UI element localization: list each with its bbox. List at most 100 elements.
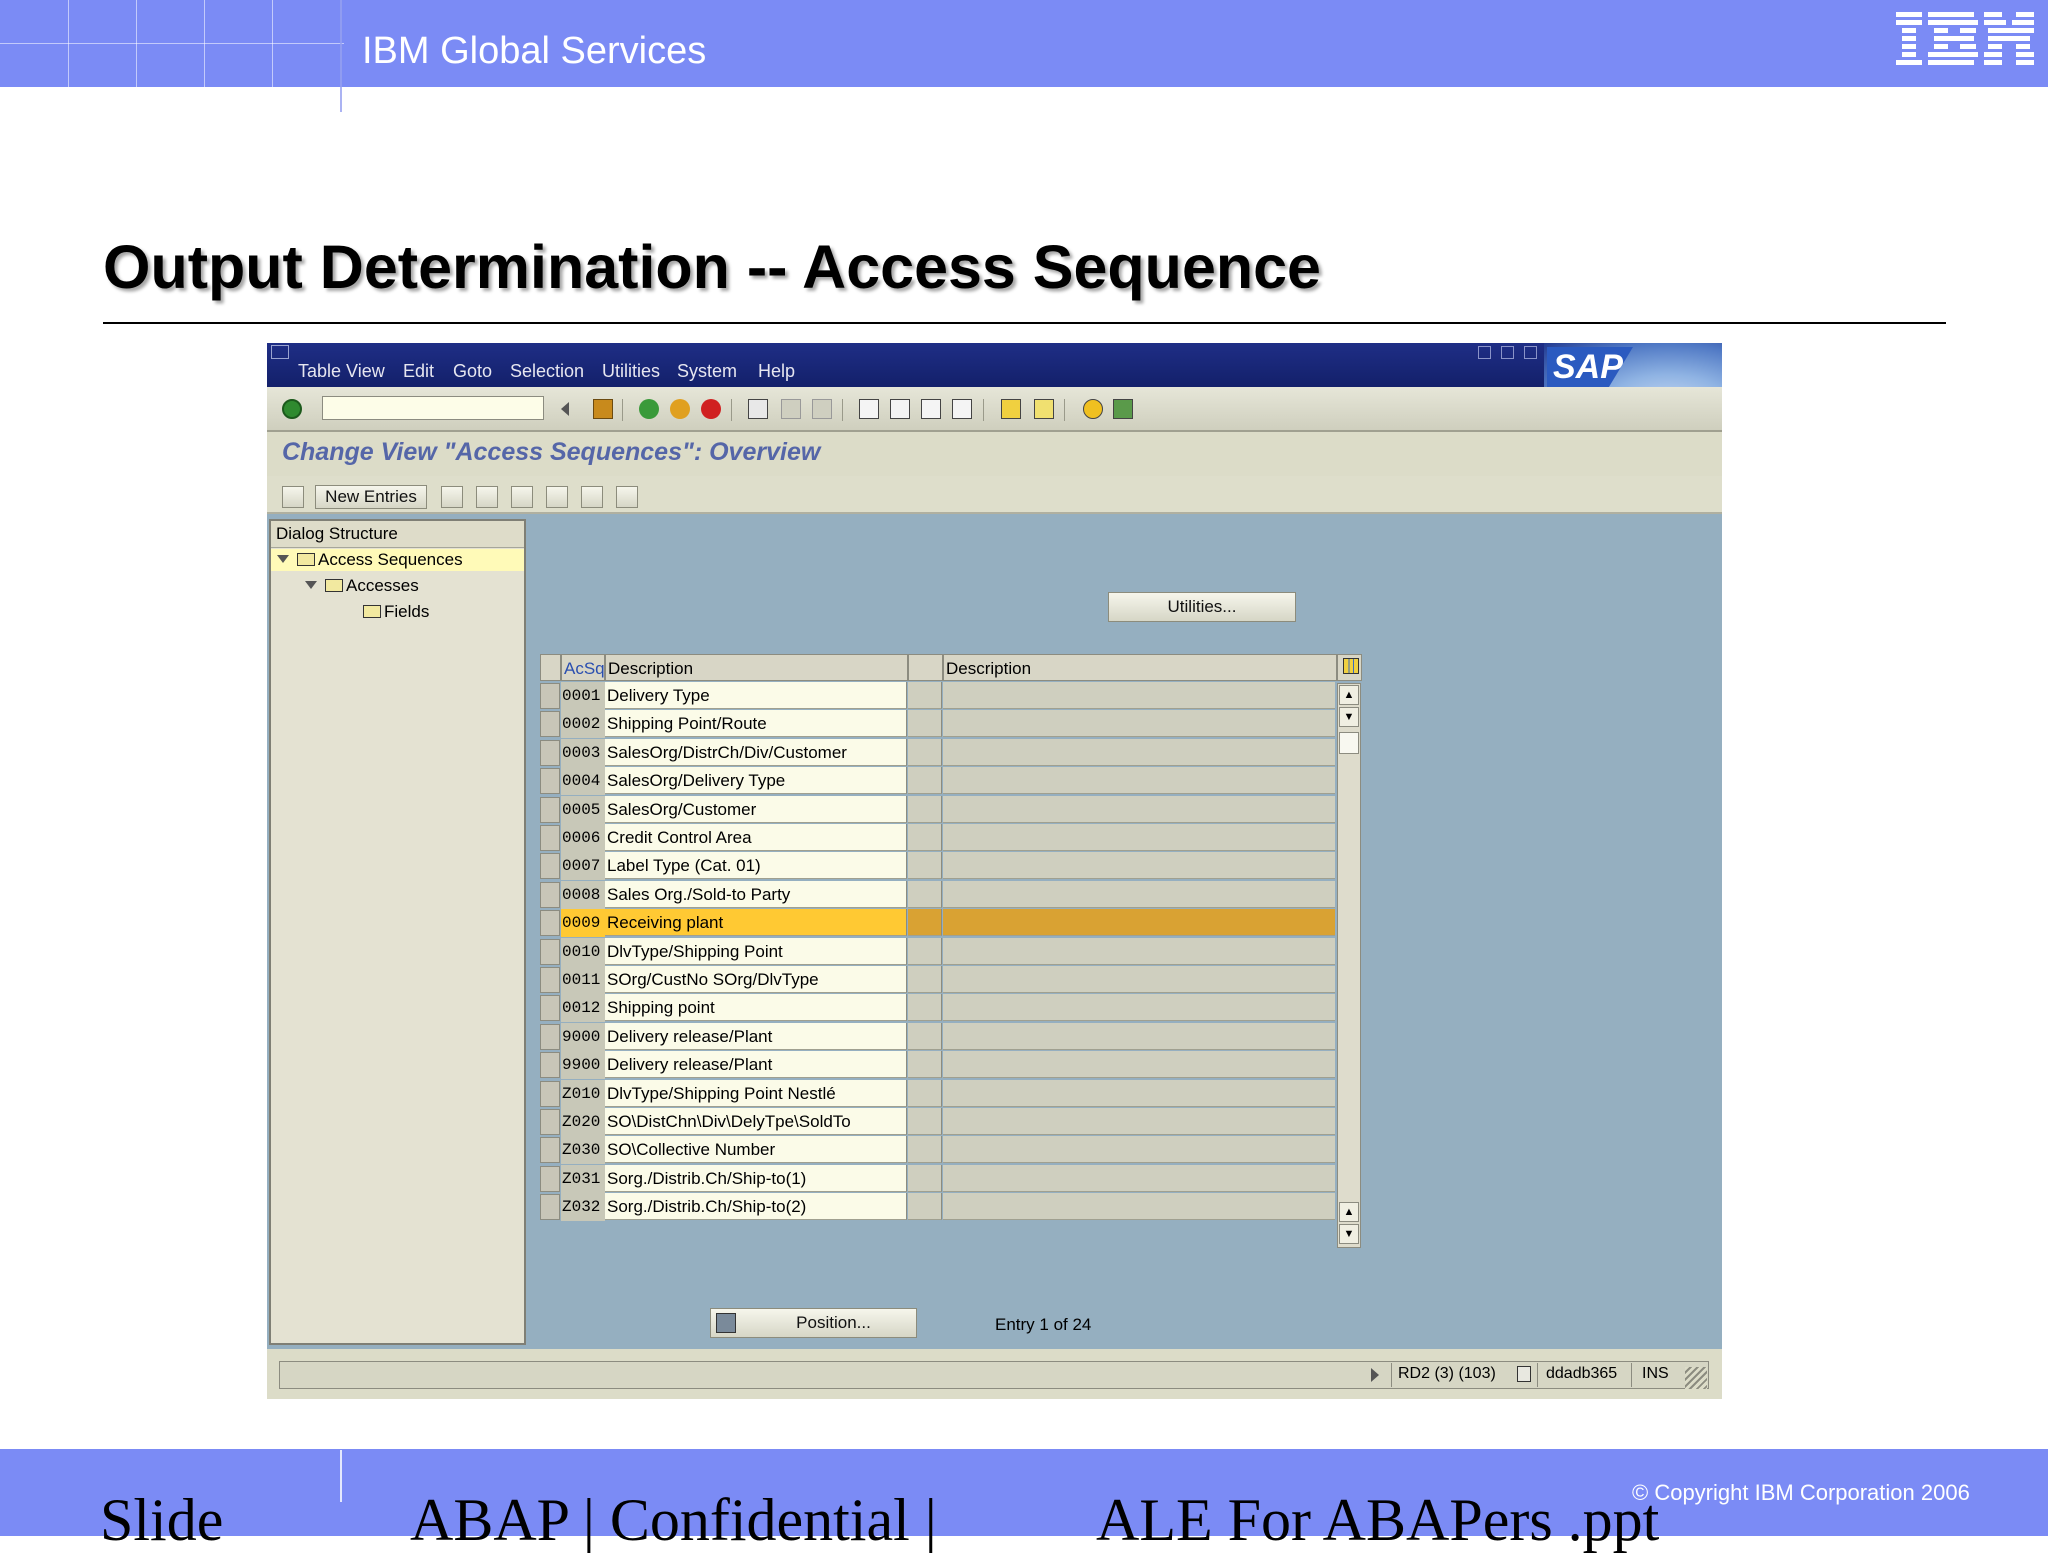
row-selector[interactable] — [540, 796, 560, 823]
description-cell[interactable]: Sales Org./Sold-to Party — [605, 880, 907, 908]
tree-item-fields[interactable]: Fields — [363, 601, 429, 623]
acsq-cell[interactable]: 0010 — [561, 937, 605, 966]
last-page-icon[interactable] — [952, 399, 972, 419]
tree-item-access-sequences[interactable]: Access Sequences — [271, 549, 524, 571]
row-selector[interactable] — [540, 1052, 560, 1079]
status-expand-icon[interactable] — [1371, 1368, 1379, 1382]
table-row[interactable]: 0004 SalesOrg/Delivery Type — [540, 767, 1362, 796]
menu-goto[interactable]: Goto — [453, 361, 492, 382]
previous-page-icon[interactable] — [890, 399, 910, 419]
column-acsq[interactable]: AcSq — [561, 654, 605, 681]
menu-system[interactable]: System — [677, 361, 737, 382]
row-selector[interactable] — [540, 910, 560, 937]
row-selector[interactable] — [540, 1080, 560, 1107]
scroll-thumb[interactable] — [1339, 732, 1359, 754]
row-selector[interactable] — [540, 825, 560, 851]
back-icon[interactable] — [639, 399, 659, 419]
vertical-scrollbar[interactable]: ▲ ▼ ▲ ▼ — [1337, 683, 1361, 1248]
row-selector[interactable] — [540, 1023, 560, 1050]
acsq-cell[interactable]: 0004 — [561, 767, 605, 796]
resize-grip-icon[interactable] — [1685, 1367, 1707, 1389]
row-selector[interactable] — [540, 1165, 560, 1192]
description-cell[interactable]: Receiving plant — [605, 909, 907, 937]
description-cell[interactable]: SalesOrg/Delivery Type — [605, 767, 907, 795]
table-row[interactable]: Z010 DlvType/Shipping Point Nestlé — [540, 1079, 1362, 1108]
tree-item-accesses[interactable]: Accesses — [305, 575, 419, 597]
description-cell[interactable]: Shipping point — [605, 994, 907, 1022]
cancel-icon[interactable] — [701, 399, 721, 419]
expand-triangle-icon[interactable] — [305, 581, 317, 589]
shortcut-icon[interactable] — [1034, 399, 1054, 419]
table-row[interactable]: 0006 Credit Control Area — [540, 824, 1362, 852]
table-row[interactable]: 0009 Receiving plant — [540, 909, 1362, 938]
position-button[interactable]: Position... — [710, 1308, 917, 1338]
create-session-icon[interactable] — [1001, 399, 1021, 419]
table-row[interactable]: 0007 Label Type (Cat. 01) — [540, 852, 1362, 881]
delete-icon[interactable] — [476, 486, 498, 508]
exit-icon[interactable] — [670, 399, 690, 419]
expand-triangle-icon[interactable] — [277, 555, 289, 563]
history-arrow-icon[interactable] — [561, 402, 569, 416]
table-row[interactable]: 0012 Shipping point — [540, 994, 1362, 1023]
description-cell[interactable]: SalesOrg/DistrCh/Div/Customer — [605, 738, 907, 766]
description-cell[interactable]: SO\Collective Number — [605, 1136, 907, 1164]
acsq-cell[interactable]: Z032 — [561, 1193, 605, 1222]
table-row[interactable]: Z032 Sorg./Distrib.Ch/Ship-to(2) — [540, 1193, 1362, 1222]
row-selector[interactable] — [540, 853, 560, 880]
print-icon[interactable] — [748, 399, 768, 419]
acsq-cell[interactable]: 0008 — [561, 880, 605, 909]
menu-edit[interactable]: Edit — [403, 361, 434, 382]
acsq-cell[interactable]: 0011 — [561, 966, 605, 994]
scroll-up-icon[interactable]: ▲ — [1339, 685, 1359, 705]
description-cell[interactable]: SalesOrg/Customer — [605, 795, 907, 823]
acsq-cell[interactable]: 0001 — [561, 682, 605, 710]
acsq-cell[interactable]: 0009 — [561, 909, 605, 938]
acsq-cell[interactable]: Z031 — [561, 1164, 605, 1193]
next-page-icon[interactable] — [921, 399, 941, 419]
acsq-cell[interactable]: 9000 — [561, 1022, 605, 1051]
table-row[interactable]: 0005 SalesOrg/Customer — [540, 795, 1362, 824]
acsq-cell[interactable]: Z030 — [561, 1136, 605, 1165]
scroll-down-page-icon[interactable]: ▼ — [1339, 707, 1359, 727]
acsq-cell[interactable]: Z010 — [561, 1079, 605, 1108]
row-selector[interactable] — [540, 1194, 560, 1221]
table-row[interactable]: Z020 SO\DistChn\Div\DelyTpe\SoldTo — [540, 1108, 1362, 1136]
acsq-cell[interactable]: 0006 — [561, 824, 605, 852]
restore-icon[interactable] — [1501, 346, 1514, 359]
description-cell[interactable]: SOrg/CustNo SOrg/DlvType — [605, 966, 907, 993]
row-selector[interactable] — [540, 881, 560, 908]
table-row[interactable]: 0001 Delivery Type — [540, 682, 1362, 710]
row-selector[interactable] — [540, 995, 560, 1022]
find-next-icon[interactable] — [812, 399, 832, 419]
enter-check-icon[interactable] — [282, 399, 302, 419]
display-change-icon[interactable] — [282, 486, 304, 508]
first-page-icon[interactable] — [859, 399, 879, 419]
row-selector[interactable] — [540, 683, 560, 709]
menu-table-view[interactable]: Table View — [298, 361, 385, 382]
description-cell[interactable]: Sorg./Distrib.Ch/Ship-to(1) — [605, 1164, 907, 1192]
acsq-cell[interactable]: 0003 — [561, 738, 605, 767]
column-description-2[interactable]: Description — [943, 654, 1337, 681]
acsq-cell[interactable]: 0012 — [561, 994, 605, 1023]
undo-change-icon[interactable] — [511, 486, 533, 508]
row-selector[interactable] — [540, 768, 560, 795]
acsq-cell[interactable]: 0005 — [561, 795, 605, 824]
row-selector[interactable] — [540, 938, 560, 965]
table-settings-icon[interactable] — [1337, 654, 1362, 681]
select-all-icon[interactable] — [546, 486, 568, 508]
utilities-button[interactable]: Utilities... — [1108, 592, 1296, 622]
system-menu-icon[interactable] — [271, 345, 289, 359]
scroll-up-page-icon[interactable]: ▲ — [1339, 1202, 1359, 1222]
table-row[interactable]: 9000 Delivery release/Plant — [540, 1022, 1362, 1051]
description-cell[interactable]: Credit Control Area — [605, 824, 907, 851]
minimize-icon[interactable] — [1478, 346, 1491, 359]
description-cell[interactable]: DlvType/Shipping Point — [605, 937, 907, 965]
description-cell[interactable]: Delivery Type — [605, 682, 907, 709]
menu-utilities[interactable]: Utilities — [602, 361, 660, 382]
save-icon[interactable] — [593, 399, 613, 419]
menu-selection[interactable]: Selection — [510, 361, 584, 382]
description-cell[interactable]: DlvType/Shipping Point Nestlé — [605, 1079, 907, 1107]
table-row[interactable]: Z030 SO\Collective Number — [540, 1136, 1362, 1165]
acsq-cell[interactable]: 0007 — [561, 852, 605, 881]
new-entries-button[interactable]: New Entries — [315, 485, 427, 509]
